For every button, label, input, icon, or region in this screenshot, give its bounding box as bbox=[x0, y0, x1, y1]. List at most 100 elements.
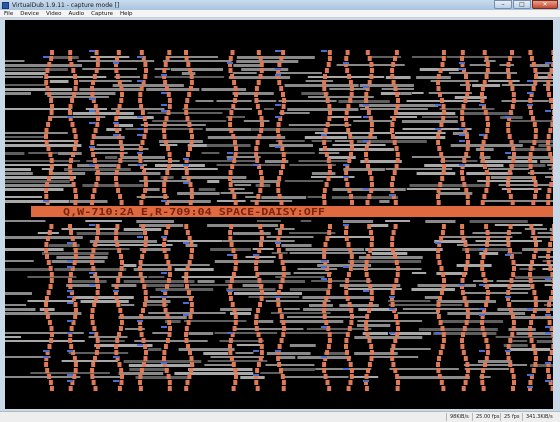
noise-stripe bbox=[395, 260, 399, 265]
noise-stripe bbox=[506, 236, 510, 241]
noise-accent bbox=[343, 164, 349, 166]
noise-bar bbox=[397, 312, 439, 314]
noise-accent bbox=[161, 296, 167, 298]
noise-stripe bbox=[324, 374, 328, 379]
noise-stripe bbox=[552, 164, 553, 169]
noise-stripe bbox=[548, 356, 552, 361]
menu-bar: File Device Video Audio Capture Help bbox=[0, 10, 560, 18]
noise-stripe bbox=[366, 368, 370, 373]
noise-bar bbox=[5, 132, 68, 134]
title-bar[interactable]: VirtualDub 1.9.11 - capture mode [] – □ … bbox=[0, 0, 560, 10]
menu-file[interactable]: File bbox=[4, 10, 13, 18]
noise-stripe bbox=[441, 62, 445, 67]
noise-stripe bbox=[484, 224, 488, 229]
noise-stripe bbox=[258, 134, 262, 139]
noise-stripe bbox=[234, 146, 238, 151]
noise-stripe bbox=[528, 272, 532, 277]
minimize-button[interactable]: – bbox=[494, 0, 512, 9]
noise-bar bbox=[302, 296, 373, 299]
noise-stripe bbox=[44, 188, 48, 193]
noise-stripe bbox=[167, 320, 171, 325]
noise-stripe bbox=[257, 332, 261, 337]
noise-stripe bbox=[167, 164, 171, 169]
noise-stripe bbox=[396, 266, 400, 271]
noise-accent bbox=[275, 50, 281, 52]
noise-stripe bbox=[534, 188, 538, 193]
noise-stripe bbox=[189, 128, 193, 133]
noise-accent bbox=[275, 68, 281, 70]
menu-capture[interactable]: Capture bbox=[91, 10, 113, 18]
noise-stripe bbox=[96, 116, 100, 121]
noise-bar bbox=[419, 328, 498, 331]
noise-bar bbox=[208, 136, 285, 139]
noise-stripe bbox=[120, 320, 124, 325]
noise-stripe bbox=[349, 380, 353, 385]
noise-stripe bbox=[117, 332, 121, 337]
noise-bar bbox=[188, 332, 213, 335]
noise-stripe bbox=[348, 326, 352, 331]
noise-stripe bbox=[437, 314, 441, 319]
maximize-button[interactable]: □ bbox=[513, 0, 531, 9]
noise-stripe bbox=[551, 344, 553, 349]
menu-audio[interactable]: Audio bbox=[68, 10, 84, 18]
noise-stripe bbox=[168, 104, 172, 109]
noise-stripe bbox=[96, 290, 100, 295]
noise-bar bbox=[233, 72, 257, 74]
noise-stripe bbox=[368, 248, 372, 253]
noise-stripe bbox=[368, 338, 372, 343]
noise-stripe bbox=[114, 350, 118, 355]
noise-stripe bbox=[547, 134, 551, 139]
noise-stripe bbox=[506, 290, 510, 295]
menu-video[interactable]: Video bbox=[46, 10, 61, 18]
noise-stripe bbox=[390, 356, 394, 361]
noise-stripe bbox=[460, 344, 464, 349]
noise-bar bbox=[365, 248, 443, 251]
menu-device[interactable]: Device bbox=[20, 10, 39, 18]
noise-bar bbox=[160, 144, 178, 146]
noise-stripe bbox=[233, 308, 237, 313]
noise-stripe bbox=[281, 332, 285, 337]
noise-stripe bbox=[442, 224, 446, 229]
noise-bar bbox=[422, 116, 458, 118]
noise-stripe bbox=[115, 296, 119, 301]
noise-bar bbox=[308, 96, 374, 98]
noise-stripe bbox=[143, 188, 147, 193]
noise-bar bbox=[482, 200, 553, 202]
noise-bar bbox=[416, 76, 451, 79]
noise-accent bbox=[435, 128, 441, 130]
noise-stripe bbox=[231, 104, 235, 109]
noise-accent bbox=[527, 80, 533, 82]
close-button[interactable]: ✕ bbox=[532, 0, 558, 9]
noise-stripe bbox=[546, 368, 550, 373]
noise-stripe bbox=[484, 302, 488, 307]
noise-stripe bbox=[184, 332, 188, 337]
noise-accent bbox=[89, 110, 95, 112]
noise-stripe bbox=[465, 92, 469, 97]
noise-stripe bbox=[394, 200, 398, 205]
noise-stripe bbox=[464, 188, 468, 193]
noise-bar bbox=[240, 376, 264, 379]
noise-stripe bbox=[532, 140, 536, 145]
noise-stripe bbox=[441, 326, 445, 331]
noise-stripe bbox=[460, 110, 464, 115]
noise-stripe bbox=[260, 122, 264, 127]
noise-stripe bbox=[466, 80, 470, 85]
noise-stripe bbox=[143, 74, 147, 79]
noise-stripe bbox=[370, 350, 374, 355]
banner-text: Q,W-710:2A E,R-709:04 SPACE-DAISY:OFF bbox=[63, 207, 325, 218]
noise-stripe bbox=[390, 350, 394, 355]
noise-stripe bbox=[393, 338, 397, 343]
noise-stripe bbox=[442, 170, 446, 175]
noise-bar bbox=[119, 316, 187, 319]
noise-stripe bbox=[228, 236, 232, 241]
noise-stripe bbox=[68, 164, 72, 169]
noise-stripe bbox=[347, 272, 351, 277]
noise-bar bbox=[77, 232, 143, 235]
noise-stripe bbox=[190, 188, 194, 193]
noise-stripe bbox=[324, 242, 328, 247]
noise-stripe bbox=[184, 278, 188, 283]
noise-stripe bbox=[466, 314, 470, 319]
menu-help[interactable]: Help bbox=[120, 10, 133, 18]
noise-stripe bbox=[232, 248, 236, 253]
noise-stripe bbox=[50, 50, 54, 55]
